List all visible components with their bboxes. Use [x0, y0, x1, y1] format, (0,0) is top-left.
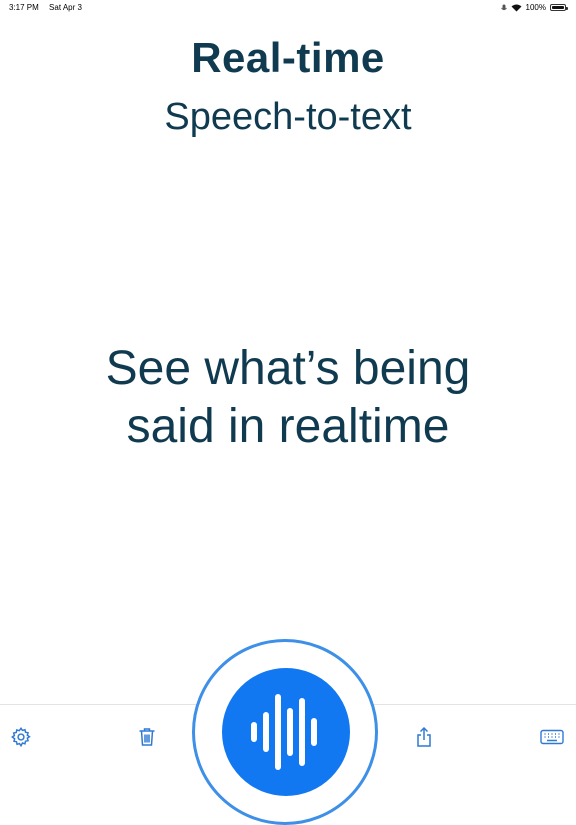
status-date: Sat Apr 3: [49, 3, 82, 12]
microphone-waveform-icon: [251, 694, 317, 770]
keyboard-icon: [540, 729, 564, 745]
mic-indicator-icon: [500, 4, 507, 10]
status-time: 3:17 PM: [9, 3, 39, 12]
battery-fill: [552, 6, 564, 9]
gear-icon: [11, 727, 31, 748]
page-title: Real-time: [191, 34, 385, 81]
headline-line-1: See what’s being: [105, 342, 471, 395]
keyboard-button[interactable]: [538, 723, 566, 751]
record-button[interactable]: [222, 668, 350, 796]
wifi-icon: [511, 4, 522, 11]
share-button[interactable]: [410, 723, 438, 751]
battery-icon: [550, 4, 568, 11]
headline-line-2: said in realtime: [126, 400, 450, 453]
status-right: 100%: [500, 3, 568, 12]
settings-button[interactable]: [7, 723, 35, 751]
page-subtitle: Speech-to-text: [164, 96, 412, 138]
onboarding-headline: See what’s being said in realtime: [0, 340, 576, 456]
status-left: 3:17 PM Sat Apr 3: [9, 3, 90, 12]
delete-button[interactable]: [133, 723, 161, 751]
status-bar: 3:17 PM Sat Apr 3 100%: [0, 0, 576, 14]
battery-percent: 100%: [525, 3, 546, 12]
share-icon: [417, 726, 431, 747]
trash-icon: [139, 728, 155, 746]
